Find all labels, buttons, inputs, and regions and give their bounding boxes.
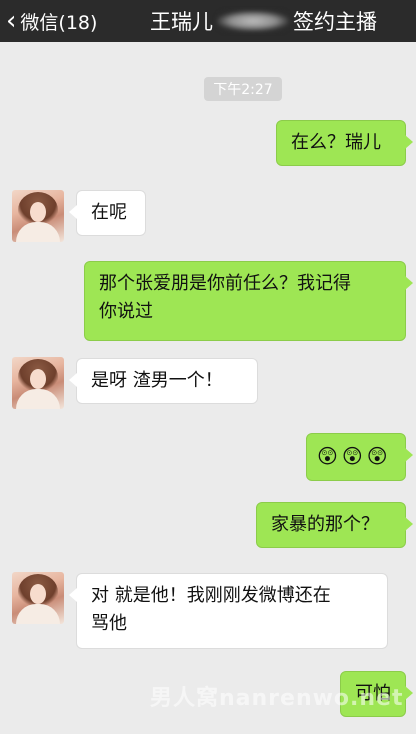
- message-bubble-sent[interactable]: 在么？瑞儿: [276, 120, 413, 166]
- avatar-shoulder: [16, 389, 60, 409]
- astonished-face-icon: 😲: [341, 444, 363, 468]
- avatar-face: [30, 369, 46, 389]
- message-line-2: 骂他: [91, 613, 127, 634]
- message-bubble-sent[interactable]: 那个张爱朋是你前任么？我记得 你说过: [84, 261, 413, 341]
- top-bar: ‹ 微信(18) 王瑞儿 签约主播: [0, 0, 416, 42]
- back-label: 微信(18): [20, 11, 98, 34]
- back-button[interactable]: ‹ 微信(18): [6, 0, 97, 42]
- contact-avatar[interactable]: [12, 190, 64, 242]
- watermark: 男人窝nanrenwo.net: [150, 686, 404, 711]
- title-right: 签约主播: [293, 10, 377, 34]
- avatar-face: [30, 202, 46, 222]
- title-left: 王瑞儿: [150, 10, 213, 34]
- message-bubble-received[interactable]: 对 就是他！我刚刚发微博还在 骂他: [69, 573, 388, 649]
- chevron-left-icon: ‹: [6, 6, 17, 36]
- blurred-text: [217, 11, 289, 31]
- astonished-face-icon: 😲: [317, 444, 338, 468]
- message-bubble-received[interactable]: 是呀 渣男一个！: [69, 358, 258, 404]
- avatar-shoulder: [16, 604, 60, 624]
- message-text: 在么？瑞儿: [291, 132, 381, 153]
- message-text: 是呀 渣男一个！: [91, 370, 223, 391]
- timestamp: 下午2:27: [204, 77, 282, 101]
- contact-avatar[interactable]: [12, 572, 64, 624]
- message-text: 家暴的那个？: [271, 514, 379, 535]
- message-line-2: 你说过: [99, 301, 153, 322]
- message-line-1: 那个张爱朋是你前任么？我记得: [99, 273, 351, 294]
- astonished-face-icon: 😲: [366, 444, 388, 468]
- message-line-1: 对 就是他！我刚刚发微博还在: [91, 585, 331, 606]
- contact-avatar[interactable]: [12, 357, 64, 409]
- message-bubble-sent[interactable]: 家暴的那个？: [256, 502, 413, 548]
- avatar-shoulder: [16, 222, 60, 242]
- message-text: 在呢: [91, 202, 127, 223]
- chat-title: 王瑞儿 签约主播: [150, 0, 377, 42]
- avatar-face: [30, 584, 46, 604]
- message-bubble-received[interactable]: 在呢: [69, 190, 146, 236]
- message-bubble-sent[interactable]: 😲 😲 😲: [306, 433, 413, 481]
